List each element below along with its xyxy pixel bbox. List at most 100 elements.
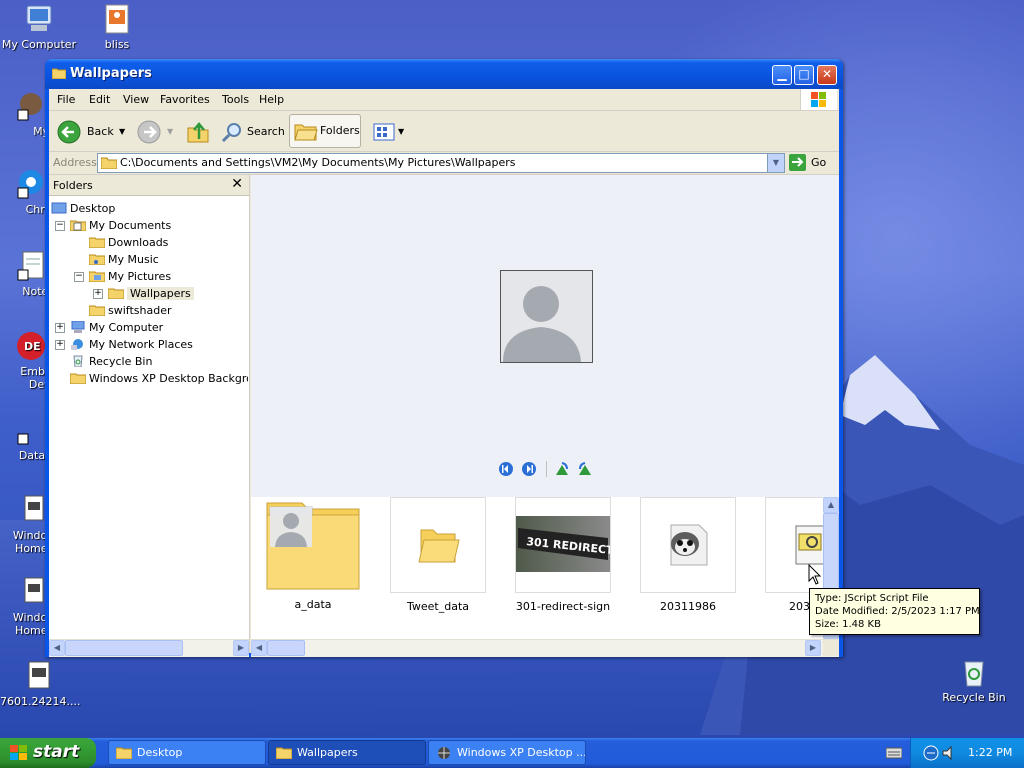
- folders-button[interactable]: Folders: [289, 114, 361, 148]
- collapse-toggle[interactable]: −: [74, 272, 84, 282]
- address-path: C:\Documents and Settings\VM2\My Documen…: [120, 156, 516, 169]
- folder-icon: [276, 747, 292, 759]
- menu-help[interactable]: Help: [259, 93, 284, 106]
- scroll-thumb[interactable]: [65, 640, 183, 656]
- previous-icon: [499, 462, 513, 476]
- tree-item-desktop[interactable]: Desktop: [51, 201, 115, 217]
- title-bar[interactable]: Wallpapers ▁ □ ✕: [45, 59, 843, 89]
- chevron-down-icon: ▼: [772, 158, 780, 167]
- scroll-thumb[interactable]: [267, 640, 305, 656]
- address-dropdown-button[interactable]: ▼: [767, 154, 784, 172]
- desktop-icon-bliss[interactable]: bliss: [78, 3, 156, 51]
- tree-item-swiftshader[interactable]: swiftshader: [89, 303, 172, 319]
- menu-edit[interactable]: Edit: [89, 93, 110, 106]
- tree-item-downloads[interactable]: Downloads: [89, 235, 168, 251]
- menu-tools[interactable]: Tools: [222, 93, 249, 106]
- tree-item-xp-backgrounds[interactable]: Windows XP Desktop Backgrounds: [70, 371, 248, 387]
- taskbar-item-xp-backgrounds[interactable]: Windows XP Desktop ...: [428, 740, 586, 765]
- close-pane-button[interactable]: ✕: [231, 176, 243, 192]
- desktop-icon-7601[interactable]: 7601.24214....: [0, 660, 80, 708]
- thumbnail-tweet-data[interactable]: Tweet_data: [390, 497, 486, 613]
- file-info-tooltip: Type: JScript Script File Date Modified:…: [809, 588, 980, 635]
- chrome-icon: [15, 168, 47, 200]
- scroll-up-button[interactable]: ▲: [823, 497, 839, 513]
- minimize-button[interactable]: ▁: [772, 65, 792, 85]
- folders-pane: Folders ✕ Desktop − My Documents Downloa…: [49, 175, 250, 657]
- thumbnail-301-redirect-sign[interactable]: 301 REDIRECT 301-redirect-sign: [515, 497, 615, 613]
- tree-item-my-music[interactable]: My Music: [89, 252, 159, 268]
- rotate-clockwise-button[interactable]: [554, 461, 570, 477]
- scroll-left-button[interactable]: ◀: [251, 640, 267, 656]
- go-button[interactable]: Go: [789, 153, 833, 172]
- desktop-icon-recycle-bin[interactable]: Recycle Bin: [935, 656, 1013, 704]
- back-button[interactable]: Back ▼: [55, 117, 125, 147]
- back-arrow-icon: [57, 120, 81, 144]
- menu-view[interactable]: View: [123, 93, 149, 106]
- tree-item-my-documents[interactable]: My Documents: [70, 218, 171, 234]
- menu-file[interactable]: File: [57, 93, 75, 106]
- computer-icon: [71, 321, 85, 333]
- tooltip-modified: Date Modified: 2/5/2023 1:17 PM: [815, 606, 980, 617]
- expand-toggle[interactable]: +: [55, 323, 65, 333]
- filmstrip-horizontal-scrollbar[interactable]: ◀ ▶: [251, 639, 839, 657]
- desktop-icon-my-computer[interactable]: My Computer: [0, 3, 78, 51]
- previous-image-button[interactable]: [498, 461, 514, 477]
- network-status-icon[interactable]: [923, 745, 939, 761]
- window-client: File Edit View Favorites Tools Help Back…: [49, 89, 839, 657]
- scroll-left-button[interactable]: ◀: [49, 640, 65, 656]
- rotate-counterclockwise-button[interactable]: [577, 461, 593, 477]
- scroll-right-button[interactable]: ▶: [805, 640, 821, 656]
- tree-item-my-network-places[interactable]: My Network Places: [70, 337, 193, 353]
- image-thumbnail: 301 REDIRECT: [515, 497, 615, 593]
- search-button[interactable]: Search: [219, 117, 285, 147]
- folder-icon: [418, 529, 460, 563]
- up-folder-icon: [187, 122, 209, 143]
- filmstrip: a_data Tweet_data 301 REDIRECT 301-redir…: [251, 497, 839, 639]
- user-placeholder-icon: [501, 271, 592, 362]
- folders-icon: [294, 124, 318, 141]
- scroll-right-button[interactable]: ▶: [233, 640, 249, 656]
- thumbnail-a-data[interactable]: a_data: [265, 497, 361, 611]
- embarcadero-icon: DE: [15, 330, 47, 362]
- forward-button[interactable]: ▼: [135, 117, 175, 147]
- window-file-icon: [15, 494, 47, 526]
- up-folder-button[interactable]: [185, 117, 211, 147]
- next-image-button[interactable]: [521, 461, 537, 477]
- image-file-icon: [101, 3, 133, 35]
- address-input[interactable]: C:\Documents and Settings\VM2\My Documen…: [97, 153, 785, 173]
- taskbar-item-wallpapers[interactable]: Wallpapers: [268, 740, 426, 765]
- address-bar: Address C:\Documents and Settings\VM2\My…: [49, 152, 839, 175]
- toolbar: Back ▼ ▼ Search Folders ▼: [49, 111, 839, 152]
- folders-horizontal-scrollbar[interactable]: ◀ ▶: [49, 639, 249, 657]
- expand-toggle[interactable]: +: [55, 340, 65, 350]
- thumbnail-20311986[interactable]: 20311986: [640, 497, 736, 613]
- folder-icon: [101, 157, 117, 169]
- folder-icon: [89, 237, 105, 248]
- close-button[interactable]: ✕: [817, 65, 837, 85]
- menu-favorites[interactable]: Favorites: [160, 93, 210, 106]
- pictures-folder-icon: [89, 271, 105, 282]
- resize-grip[interactable]: [823, 640, 839, 656]
- windows-logo: [800, 89, 837, 110]
- taskbar: start Desktop Wallpapers Windows XP Desk…: [0, 738, 1024, 768]
- taskbar-item-desktop[interactable]: Desktop: [108, 740, 266, 765]
- views-button[interactable]: ▼: [371, 117, 407, 147]
- volume-icon[interactable]: [941, 745, 957, 761]
- folder-icon: [116, 747, 132, 759]
- tooltip-size: Size: 1.48 KB: [815, 619, 881, 630]
- tooltip-type: Type: JScript Script File: [815, 593, 929, 604]
- folder-icon: [89, 305, 105, 316]
- tree-item-wallpapers[interactable]: Wallpapers: [108, 286, 194, 302]
- raccoon-file-icon: [670, 524, 708, 566]
- expand-toggle[interactable]: +: [93, 289, 103, 299]
- start-button[interactable]: start: [0, 738, 96, 768]
- tree-item-recycle-bin[interactable]: Recycle Bin: [70, 354, 152, 370]
- tree-item-my-pictures[interactable]: My Pictures: [89, 269, 171, 285]
- keyboard-icon[interactable]: [885, 747, 903, 759]
- separator: [546, 461, 547, 477]
- svg-text:DE: DE: [24, 340, 41, 353]
- maximize-button[interactable]: □: [794, 65, 814, 85]
- computer-icon: [23, 3, 55, 35]
- tree-item-my-computer[interactable]: My Computer: [70, 320, 163, 336]
- collapse-toggle[interactable]: −: [55, 221, 65, 231]
